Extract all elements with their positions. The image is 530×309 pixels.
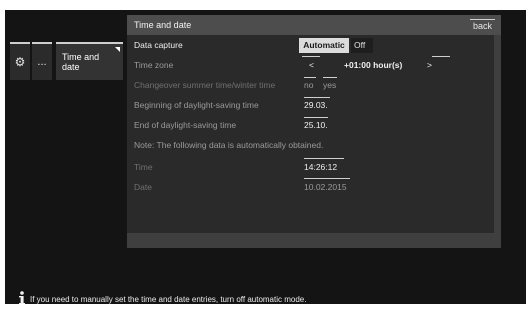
changeover-yes-option[interactable]: yes: [323, 80, 336, 90]
row-label: Data capture: [134, 40, 183, 50]
row-label: End of daylight-saving time: [134, 120, 237, 130]
dst-end-value[interactable]: 25.10.: [304, 120, 328, 130]
underline-marker: [304, 158, 344, 159]
row-label: Changeover summer time/winter time: [134, 80, 276, 90]
time-zone-next-button[interactable]: >: [427, 60, 432, 70]
row-label: Beginning of daylight-saving time: [134, 100, 259, 110]
settings-nav-button[interactable]: ⚙: [10, 42, 30, 80]
dst-begin-value[interactable]: 29.03.: [304, 100, 328, 110]
settings-list: Data capture Automatic Off Time zone < +…: [127, 35, 494, 233]
info-icon: [19, 291, 25, 304]
row-data-capture: Data capture Automatic Off: [127, 35, 494, 55]
row-dst-begin: Beginning of daylight-saving time 29.03.: [127, 95, 494, 115]
nav-item-label: Time and date: [62, 52, 100, 72]
row-changeover: Changeover summer time/winter time no ye…: [127, 75, 494, 95]
row-note: Note: The following data is automaticall…: [127, 135, 494, 155]
time-zone-value: +01:00 hour(s): [344, 60, 403, 70]
time-value: 14:26:12: [304, 162, 338, 172]
row-label: Date: [134, 182, 152, 192]
corner-marker-icon: [115, 47, 120, 52]
underline-marker: [432, 56, 450, 57]
changeover-no-option[interactable]: no: [304, 80, 313, 90]
row-date: Date 10.02.2015: [127, 177, 494, 197]
time-zone-prev-button[interactable]: <: [309, 60, 314, 70]
panel-header: Time and date back: [127, 15, 501, 35]
underline-marker: [304, 178, 350, 179]
hint-text: If you need to manually set the time and…: [30, 295, 307, 304]
underline-marker: [304, 97, 330, 98]
row-label: Time: [134, 162, 153, 172]
underline-marker: [323, 77, 337, 78]
more-label: ...: [37, 56, 47, 68]
more-nav-button[interactable]: ...: [32, 42, 52, 80]
note-text: Note: The following data is automaticall…: [134, 140, 324, 150]
nav-item-time-and-date[interactable]: Time and date: [56, 42, 123, 80]
time-date-panel: Time and date back Data capture Automati…: [127, 15, 501, 248]
device-screen: ⚙ ... Time and date Time and date back D…: [5, 10, 526, 304]
row-dst-end: End of daylight-saving time 25.10.: [127, 115, 494, 135]
underline-marker: [304, 77, 316, 78]
panel-title: Time and date: [134, 20, 192, 30]
row-time-zone: Time zone < +01:00 hour(s) >: [127, 55, 494, 75]
automatic-option[interactable]: Automatic: [299, 38, 349, 53]
row-time: Time 14:26:12: [127, 157, 494, 177]
off-option[interactable]: Off: [351, 38, 373, 53]
underline-marker: [302, 56, 320, 57]
date-value: 10.02.2015: [304, 182, 347, 192]
underline-marker: [304, 117, 328, 118]
gear-icon: ⚙: [14, 55, 26, 69]
back-button[interactable]: back: [469, 19, 495, 32]
row-label: Time zone: [134, 60, 174, 70]
